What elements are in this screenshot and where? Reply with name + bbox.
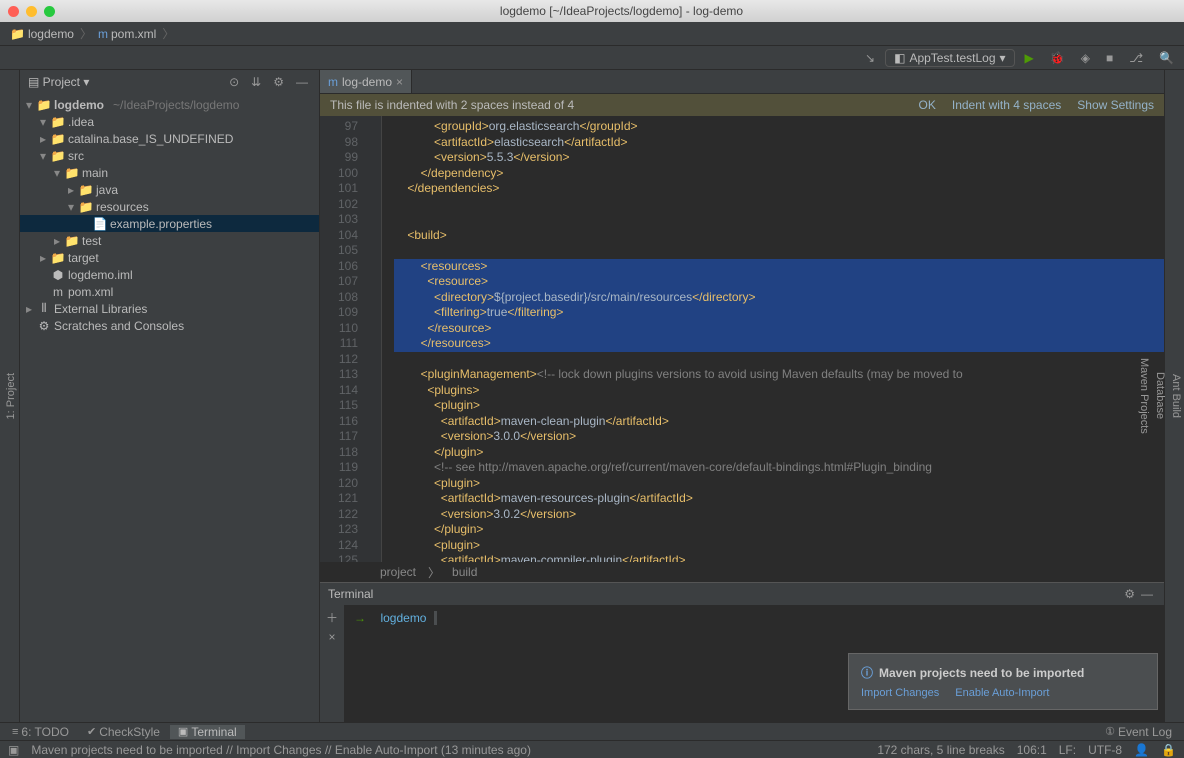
todo-tab[interactable]: ≡ 6: TODO xyxy=(4,725,77,739)
scratches[interactable]: ⚙Scratches and Consoles xyxy=(20,317,319,334)
scroll-from-source-icon[interactable]: ⊙ xyxy=(226,75,242,89)
tree-item[interactable]: mpom.xml xyxy=(20,283,319,300)
window-title: logdemo [~/IdeaProjects/logdemo] - log-d… xyxy=(67,4,1176,18)
navigation-bar: 📁logdemo 〉 mpom.xml 〉 xyxy=(0,22,1184,46)
hide-icon[interactable]: — xyxy=(293,75,311,89)
right-tool-stripe: Ant Build Database Maven Projects xyxy=(1164,70,1184,722)
chevron-down-icon: ▾ xyxy=(1000,51,1006,65)
tool-ant[interactable]: Ant Build xyxy=(1168,366,1184,426)
tree-item[interactable]: ▸📁catalina.base_IS_UNDEFINED xyxy=(20,130,319,147)
titlebar: logdemo [~/IdeaProjects/logdemo] - log-d… xyxy=(0,0,1184,22)
editor-tab[interactable]: m log-demo × xyxy=(320,70,412,93)
checkstyle-tab[interactable]: ✔ CheckStyle xyxy=(79,725,168,739)
maven-icon: m xyxy=(328,75,338,89)
terminal-hide-icon[interactable]: — xyxy=(1138,587,1156,601)
zoom-window[interactable] xyxy=(44,6,55,17)
status-lock-icon[interactable]: 🔒 xyxy=(1161,743,1176,757)
crumb-project[interactable]: 📁logdemo xyxy=(6,27,78,41)
tool-project[interactable]: 1: Project xyxy=(3,365,19,427)
editor-tabs: m log-demo × xyxy=(320,70,1164,94)
banner-text: This file is indented with 2 spaces inst… xyxy=(330,98,574,112)
bottom-tool-tabs: ≡ 6: TODO ✔ CheckStyle ▣ Terminal ① Even… xyxy=(0,722,1184,740)
tree-item[interactable]: ⬢logdemo.iml xyxy=(20,266,319,283)
maven-import-popup: ⓘ Maven projects need to be imported Impo… xyxy=(848,653,1158,710)
stop-button[interactable]: ■ xyxy=(1100,49,1119,67)
tree-item[interactable]: ▸📁test xyxy=(20,232,319,249)
enable-auto-import-link[interactable]: Enable Auto-Import xyxy=(955,687,1049,699)
structure-breadcrumb[interactable]: project 〉 build xyxy=(320,562,1164,582)
popup-title: Maven projects need to be imported xyxy=(879,666,1084,680)
tree-item[interactable]: 📄example.properties xyxy=(20,215,319,232)
run-config-label: AppTest.testLog xyxy=(909,51,995,65)
build-icon[interactable]: ↘ xyxy=(859,49,881,67)
line-sep[interactable]: LF: xyxy=(1059,743,1076,757)
terminal-title: Terminal xyxy=(328,587,373,601)
junit-icon: ◧ xyxy=(894,51,905,65)
editor-notification: This file is indented with 2 spaces inst… xyxy=(320,94,1164,116)
run-button[interactable]: ▶ xyxy=(1019,49,1040,67)
line-gutter[interactable]: 9798991001011021031041051061071081091101… xyxy=(320,116,370,562)
tree-root[interactable]: ▾📁 logdemo ~/IdeaProjects/logdemo xyxy=(20,96,319,113)
project-panel-header: ▤ Project ▾ ⊙ ⇊ ⚙ — xyxy=(20,70,319,94)
import-changes-link[interactable]: Import Changes xyxy=(861,687,939,699)
status-message[interactable]: Maven projects need to be imported // Im… xyxy=(31,743,531,757)
editor: m log-demo × This file is indented with … xyxy=(320,70,1164,722)
close-session-icon[interactable]: × xyxy=(328,630,335,644)
tree-item[interactable]: ▾📁.idea xyxy=(20,113,319,130)
tree-item[interactable]: ▸📁target xyxy=(20,249,319,266)
crumb-file[interactable]: mpom.xml xyxy=(94,27,160,41)
tree-item[interactable]: ▾📁resources xyxy=(20,198,319,215)
status-hector-icon[interactable]: 👤 xyxy=(1134,743,1149,757)
new-session-icon[interactable]: ＋ xyxy=(326,609,338,626)
encoding[interactable]: UTF-8 xyxy=(1088,743,1122,757)
code-area[interactable]: 9798991001011021031041051061071081091101… xyxy=(320,116,1164,562)
external-libraries[interactable]: ▸⫴External Libraries xyxy=(20,300,319,317)
tree-item[interactable]: ▾📁src xyxy=(20,147,319,164)
crumb-build-tag[interactable]: build xyxy=(452,565,477,579)
project-tree[interactable]: ▾📁 logdemo ~/IdeaProjects/logdemo ▾📁.ide… xyxy=(20,94,319,722)
minimize-window[interactable] xyxy=(26,6,37,17)
terminal-gear-icon[interactable]: ⚙ xyxy=(1121,587,1138,601)
run-configuration[interactable]: ◧ AppTest.testLog ▾ xyxy=(885,49,1014,67)
caret-position[interactable]: 106:1 xyxy=(1017,743,1047,757)
tool-windows-icon[interactable]: ▣ xyxy=(8,743,19,757)
vcs-icon[interactable]: ⎇ xyxy=(1123,49,1149,67)
tool-structure[interactable]: 7: Structure xyxy=(0,360,3,433)
search-icon[interactable]: 🔍 xyxy=(1153,49,1180,67)
event-log-tab[interactable]: ① Event Log xyxy=(1097,725,1180,739)
close-tab-icon[interactable]: × xyxy=(396,75,403,89)
status-bar: ▣ Maven projects need to be imported // … xyxy=(0,740,1184,758)
window-controls xyxy=(8,6,55,17)
code-text[interactable]: <groupId>org.elasticsearch</groupId> <ar… xyxy=(382,116,1164,562)
gear-icon[interactable]: ⚙ xyxy=(270,75,287,89)
fold-gutter[interactable] xyxy=(370,116,382,562)
tree-item[interactable]: ▸📁java xyxy=(20,181,319,198)
tab-label: log-demo xyxy=(342,75,392,89)
selection-info: 172 chars, 5 line breaks xyxy=(877,743,1004,757)
banner-ok[interactable]: OK xyxy=(919,98,936,112)
debug-button[interactable]: 🐞 xyxy=(1044,49,1071,67)
tree-item[interactable]: ▾📁main xyxy=(20,164,319,181)
close-window[interactable] xyxy=(8,6,19,17)
crumb-project-tag[interactable]: project xyxy=(380,565,416,579)
project-tool-window: ▤ Project ▾ ⊙ ⇊ ⚙ — ▾📁 logdemo ~/IdeaPro… xyxy=(20,70,320,722)
terminal-tab[interactable]: ▣ Terminal xyxy=(170,725,245,739)
main-toolbar: ↘ ◧ AppTest.testLog ▾ ▶ 🐞 ◈ ■ ⎇ 🔍 xyxy=(0,46,1184,70)
collapse-all-icon[interactable]: ⇊ xyxy=(248,75,264,89)
coverage-button[interactable]: ◈ xyxy=(1075,49,1096,67)
project-view-selector[interactable]: ▤ Project ▾ xyxy=(28,75,89,89)
banner-settings[interactable]: Show Settings xyxy=(1077,98,1154,112)
banner-indent[interactable]: Indent with 4 spaces xyxy=(952,98,1061,112)
left-tool-stripe: 1: Project 7: Structure 2: Favorites xyxy=(0,70,20,722)
info-icon: ⓘ xyxy=(861,664,873,681)
